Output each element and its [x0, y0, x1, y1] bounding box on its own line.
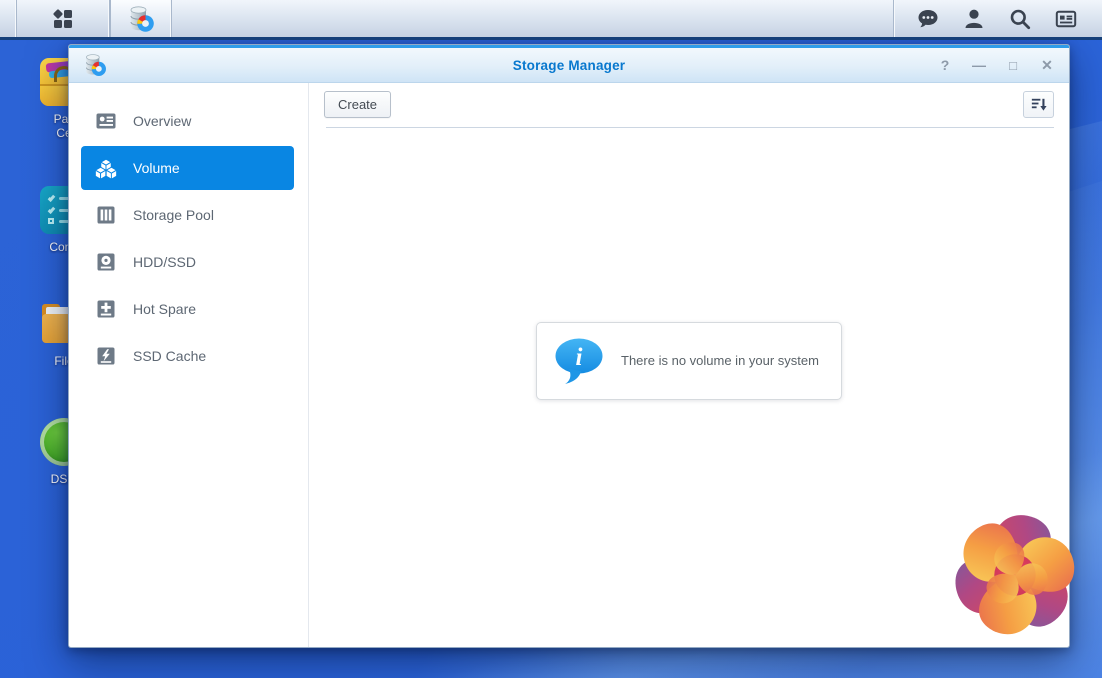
- create-button[interactable]: Create: [324, 90, 392, 118]
- sort-button[interactable]: [1023, 90, 1054, 118]
- taskbar-storage-manager-button[interactable]: [110, 0, 172, 37]
- storage-manager-icon: [86, 54, 107, 77]
- desktop: Pac Ce Contr File DSM Storage Manager ? …: [0, 0, 1102, 678]
- taskbar: [0, 0, 1102, 40]
- sidebar-item-label: Storage Pool: [133, 207, 214, 223]
- sidebar-item-hot-spare[interactable]: Hot Spare: [81, 287, 294, 331]
- close-button[interactable]: ✕: [1037, 55, 1057, 75]
- taskbar-pad: [0, 0, 17, 37]
- window-title: Storage Manager: [512, 57, 626, 73]
- sidebar-item-hdd-ssd[interactable]: HDD/SSD: [81, 240, 294, 284]
- sidebar-item-label: HDD/SSD: [133, 254, 197, 270]
- window-controls: ? — □ ✕: [935, 48, 1057, 82]
- sidebar: Overview Volume Storage Pool HDD/SSD Hot…: [69, 83, 309, 647]
- sidebar-item-label: Hot Spare: [133, 301, 197, 317]
- taskbar-spacer: [172, 0, 893, 37]
- widgets-panel-icon[interactable]: [1054, 7, 1078, 31]
- minimize-button[interactable]: —: [969, 55, 989, 75]
- empty-state-message: There is no volume in your system: [621, 353, 819, 368]
- sidebar-item-overview[interactable]: Overview: [81, 99, 294, 143]
- window-titlebar[interactable]: Storage Manager ? — □ ✕: [69, 45, 1069, 83]
- storage-manager-icon: [130, 5, 155, 32]
- search-icon[interactable]: [1008, 7, 1032, 31]
- maximize-button[interactable]: □: [1003, 55, 1023, 75]
- taskbar-tray: [893, 0, 1102, 37]
- chat-bubble-icon[interactable]: [916, 7, 940, 31]
- help-button[interactable]: ?: [935, 55, 955, 75]
- empty-state-box: i There is no volume in your system: [536, 321, 842, 400]
- toolbar: Create: [309, 83, 1069, 125]
- sidebar-item-storage-pool[interactable]: Storage Pool: [81, 193, 294, 237]
- hdd-icon: [97, 253, 115, 271]
- sort-descending-icon: [1031, 98, 1047, 111]
- sidebar-item-ssd-cache[interactable]: SSD Cache: [81, 334, 294, 378]
- svg-text:i: i: [576, 344, 583, 371]
- volume-cubes-icon: [94, 158, 118, 180]
- sidebar-item-label: Volume: [133, 160, 180, 176]
- ssd-cache-icon: [97, 347, 115, 365]
- sidebar-item-label: Overview: [133, 113, 192, 129]
- storage-manager-window: Storage Manager ? — □ ✕ Overview Volume …: [68, 44, 1070, 648]
- main-content: Create i There is no volume in your syst…: [309, 83, 1069, 647]
- empty-state-area: i There is no volume in your system: [309, 128, 1069, 647]
- main-menu-button[interactable]: [17, 0, 110, 37]
- hot-spare-icon: [97, 300, 115, 318]
- sidebar-item-label: SSD Cache: [133, 348, 207, 364]
- person-icon[interactable]: [962, 7, 986, 31]
- sidebar-item-volume[interactable]: Volume: [81, 146, 294, 190]
- storage-pool-icon: [97, 206, 115, 224]
- info-bubble-icon: i: [555, 338, 603, 384]
- app-grid-icon: [53, 8, 72, 28]
- overview-icon: [96, 113, 116, 129]
